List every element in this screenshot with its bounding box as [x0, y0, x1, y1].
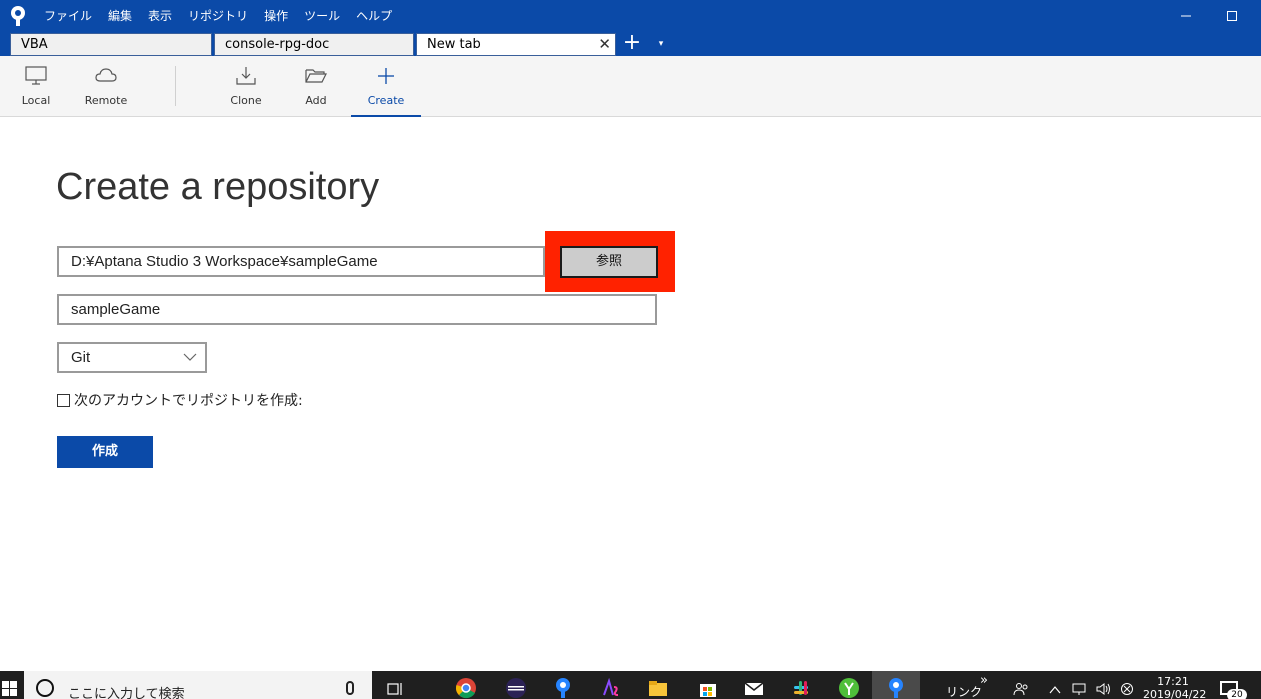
links-toolbar-label[interactable]: リンク	[946, 683, 982, 699]
eclipse-icon[interactable]	[505, 677, 527, 699]
vcs-type-value: Git	[71, 349, 91, 366]
clone-button[interactable]: Clone	[211, 56, 281, 116]
sourcetree-logo-icon	[11, 6, 25, 26]
search-placeholder: ここに入力して検索	[68, 687, 185, 699]
minimize-button[interactable]	[1163, 0, 1209, 32]
menu-repository[interactable]: リポジトリ	[180, 0, 256, 32]
clone-label: Clone	[230, 94, 262, 107]
menu-help[interactable]: ヘルプ	[348, 0, 400, 32]
chevron-down-icon	[183, 353, 197, 361]
tab-bar: VBA console-rpg-doc New tab ✕ + ▾	[0, 32, 1261, 56]
create-label: Create	[367, 94, 405, 107]
active-app-highlight[interactable]	[872, 671, 920, 699]
sourcetree-window: ファイル 編集 表示 リポジトリ 操作 ツール ヘルプ VBA console-…	[0, 0, 1261, 699]
file-explorer-icon[interactable]	[647, 677, 669, 699]
taskbar-search-box[interactable]: ここに入力して検索	[24, 671, 372, 699]
page-title: Create a repository	[56, 166, 380, 208]
menu-tools[interactable]: ツール	[296, 0, 348, 32]
create-button[interactable]: 作成	[57, 436, 153, 468]
windows-start-icon[interactable]	[0, 671, 24, 699]
toolbar: Local Remote Clone Add Create	[0, 56, 1261, 117]
maximize-icon	[1227, 11, 1237, 21]
tab-new-tab[interactable]: New tab ✕	[416, 33, 616, 56]
chevron-up-icon[interactable]	[1048, 683, 1062, 695]
tab-label: New tab	[427, 37, 481, 52]
microphone-icon[interactable]	[346, 681, 354, 695]
menu-bar: ファイル 編集 表示 リポジトリ 操作 ツール ヘルプ	[36, 0, 400, 32]
aptana-icon[interactable]	[600, 677, 622, 699]
menu-actions[interactable]: 操作	[256, 0, 296, 32]
add-tab-icon[interactable]: +	[622, 32, 642, 54]
vcs-type-select[interactable]: Git	[57, 342, 207, 373]
local-label: Local	[21, 94, 51, 107]
links-chevron-icon[interactable]: »	[980, 673, 988, 688]
close-tab-icon[interactable]: ✕	[598, 34, 611, 55]
create-on-account-row[interactable]: 次のアカウントでリポジトリを作成:	[57, 390, 303, 410]
tab-label: console-rpg-doc	[225, 37, 330, 52]
search-icon	[36, 679, 54, 697]
add-label: Add	[305, 94, 327, 107]
tab-label: VBA	[21, 37, 48, 52]
create-on-account-label: 次のアカウントでリポジトリを作成:	[74, 393, 303, 409]
tab-console-rpg-doc[interactable]: console-rpg-doc	[214, 33, 414, 56]
repository-name-input[interactable]: sampleGame	[57, 294, 657, 325]
plus-icon	[378, 68, 394, 84]
sourcetree-app-icon[interactable]	[552, 677, 574, 699]
create-on-account-checkbox[interactable]	[57, 393, 70, 407]
slack-icon[interactable]	[790, 677, 812, 699]
menu-edit[interactable]: 編集	[100, 0, 140, 32]
taskbar-clock-date[interactable]: 2019/04/22	[1143, 688, 1206, 699]
green-app-icon[interactable]	[838, 677, 860, 699]
tab-list-dropdown-icon[interactable]: ▾	[654, 36, 668, 50]
tab-vba[interactable]: VBA	[10, 33, 212, 56]
maximize-button[interactable]	[1209, 0, 1255, 32]
create-tab-button[interactable]: Create	[351, 56, 421, 117]
remote-button[interactable]: Remote	[71, 56, 141, 116]
local-button[interactable]: Local	[1, 56, 71, 116]
menu-view[interactable]: 表示	[140, 0, 180, 32]
minimize-icon	[1181, 15, 1191, 17]
toolbar-divider	[175, 66, 176, 106]
monitor-icon	[25, 66, 47, 85]
store-icon[interactable]	[697, 677, 719, 699]
chrome-icon[interactable]	[455, 677, 477, 699]
network-icon[interactable]	[1072, 683, 1088, 695]
notification-count-badge: 20	[1227, 689, 1247, 699]
windows-taskbar: ここに入力して検索 リンク » 17:21 2019/04/22 20	[0, 671, 1261, 699]
folder-open-icon	[305, 69, 327, 83]
download-icon	[236, 67, 256, 85]
menu-file[interactable]: ファイル	[36, 0, 100, 32]
remote-label: Remote	[84, 94, 128, 107]
title-bar: ファイル 編集 表示 リポジトリ 操作 ツール ヘルプ	[0, 0, 1261, 32]
task-view-icon[interactable]	[387, 681, 405, 697]
volume-icon[interactable]	[1096, 683, 1112, 695]
destination-path-input[interactable]: D:¥Aptana Studio 3 Workspace¥sampleGame	[57, 246, 545, 277]
browse-button[interactable]: 参照	[560, 246, 658, 278]
cloud-icon	[95, 68, 117, 82]
sourcetree-active-icon	[889, 678, 903, 698]
add-button[interactable]: Add	[281, 56, 351, 116]
ime-status-icon[interactable]	[1120, 683, 1134, 695]
mail-icon[interactable]	[743, 677, 765, 699]
taskbar-clock-time[interactable]: 17:21	[1151, 675, 1195, 688]
people-icon[interactable]	[1013, 683, 1029, 695]
